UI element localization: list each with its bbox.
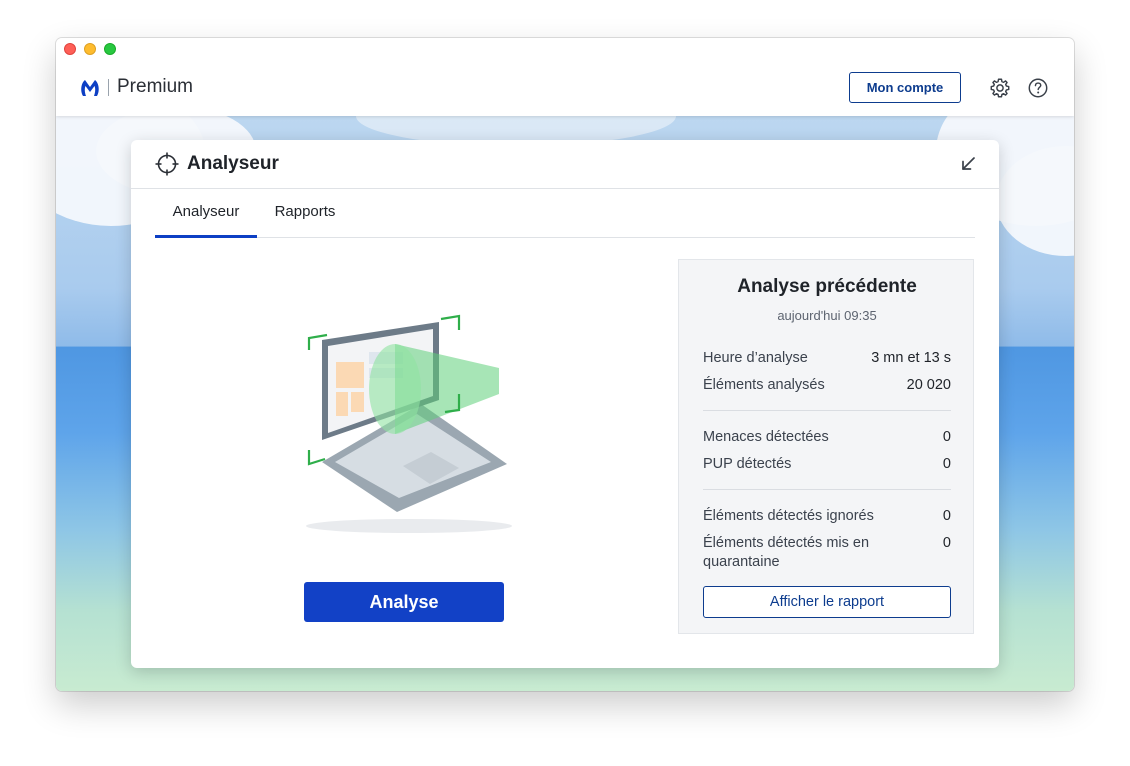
previous-scan-date: aujourd'hui 09:35 <box>777 308 877 323</box>
divider <box>703 410 951 411</box>
stat-value: 0 <box>942 456 951 472</box>
stat-label: PUP détectés <box>703 456 792 472</box>
stat-value: 20 020 <box>906 377 951 393</box>
stat-label: Éléments analysés <box>703 377 825 393</box>
stat-value: 3 mn et 13 s <box>871 350 951 366</box>
laptop-scan-illustration <box>306 314 512 533</box>
stat-label: Menaces détectées <box>703 429 829 445</box>
tab-reports[interactable]: Rapports <box>257 189 353 236</box>
stat-value: 0 <box>942 429 951 445</box>
stat-value: 0 <box>942 535 951 551</box>
card-title: Analyseur <box>187 153 279 174</box>
stat-label: Éléments détectés mis en quarantaine <box>703 535 870 570</box>
close-window-button[interactable] <box>64 43 76 55</box>
divider <box>703 489 951 490</box>
previous-scan-title: Analyse précédente <box>737 276 917 297</box>
zoom-window-button[interactable] <box>104 43 116 55</box>
tab-bar: Analyseur Rapports <box>155 189 975 238</box>
brand-separator <box>108 79 109 96</box>
stat-label: Heure d’analyse <box>703 350 808 366</box>
tab-scanner[interactable]: Analyseur <box>155 189 257 238</box>
brand-logo-icon <box>81 80 99 96</box>
previous-scan-panel: Analyse précédente aujourd'hui 09:35 Heu… <box>678 259 974 634</box>
collapse-arrow-icon[interactable] <box>959 155 977 173</box>
brand-name: Premium <box>117 76 194 97</box>
app-window: Premium Mon compte Analyseur Analyseur R… <box>56 38 1074 691</box>
minimize-window-button[interactable] <box>84 43 96 55</box>
scanner-card: Analyseur Analyseur Rapports Analyse Ana… <box>131 140 999 668</box>
stat-value: 0 <box>942 508 951 524</box>
help-icon[interactable] <box>1027 77 1049 99</box>
card-header: Analyseur <box>131 140 999 189</box>
crosshair-icon <box>155 152 179 176</box>
title-bar: Premium Mon compte <box>56 38 1074 116</box>
stat-label: Éléments détectés ignorés <box>703 508 874 524</box>
settings-gear-icon[interactable] <box>989 77 1011 99</box>
view-report-button[interactable]: Afficher le rapport <box>703 586 951 618</box>
scan-button[interactable]: Analyse <box>304 582 504 622</box>
my-account-button[interactable]: Mon compte <box>849 72 961 103</box>
